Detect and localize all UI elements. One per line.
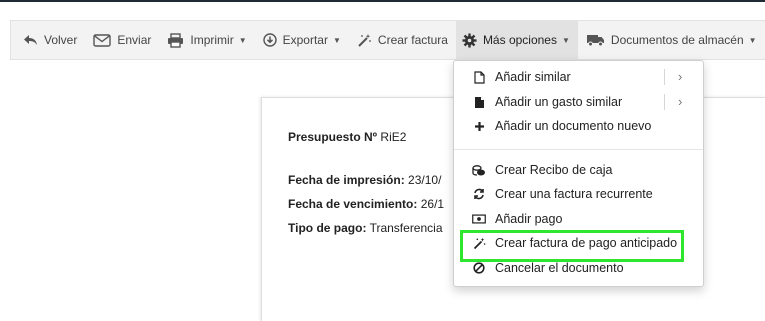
magic-wand-icon bbox=[357, 33, 372, 48]
menu-item-crear-recibo-caja[interactable]: Crear Recibo de caja bbox=[454, 159, 703, 181]
tipo-pago-label: Tipo de pago: bbox=[288, 221, 367, 235]
file-solid-icon bbox=[472, 96, 486, 109]
top-border bbox=[0, 0, 765, 2]
submenu-divider bbox=[664, 69, 665, 85]
download-circle-icon bbox=[262, 33, 277, 47]
mas-opciones-button[interactable]: Más opciones ▼ bbox=[455, 20, 578, 60]
sync-icon bbox=[472, 188, 486, 200]
menu-item-anadir-gasto-similar[interactable]: Añadir un gasto similar › bbox=[454, 91, 703, 113]
menu-item-label: Añadir pago bbox=[495, 212, 563, 226]
menu-item-crear-factura-recurrente[interactable]: Crear una factura recurrente bbox=[454, 183, 703, 205]
toolbar: Volver Enviar Imprimir ▼ Exportar ▼ Crea… bbox=[10, 20, 765, 60]
menu-item-crear-factura-pago-anticipado[interactable]: Crear factura de pago anticipado bbox=[454, 232, 703, 254]
menu-item-label: Crear factura de pago anticipado bbox=[495, 236, 678, 250]
caret-down-icon: ▼ bbox=[238, 35, 247, 45]
presupuesto-value: RiE2 bbox=[380, 130, 407, 144]
mas-opciones-dropdown: Añadir similar › Añadir un gasto similar… bbox=[453, 60, 704, 287]
fecha-vencimiento-value: 26/1 bbox=[420, 197, 445, 211]
documentos-almacen-label: Documentos de almacén bbox=[610, 33, 744, 47]
gear-icon bbox=[462, 33, 477, 48]
fecha-impresion-line: Fecha de impresión: 23/10/ bbox=[288, 173, 441, 187]
crear-factura-label: Crear factura bbox=[377, 33, 448, 47]
fecha-impresion-label: Fecha de impresión: bbox=[288, 173, 405, 187]
presupuesto-label: Presupuesto Nº bbox=[288, 130, 378, 144]
documentos-almacen-button[interactable]: Documentos de almacén ▼ bbox=[578, 21, 765, 59]
menu-divider bbox=[454, 149, 703, 150]
menu-item-label: Añadir un documento nuevo bbox=[495, 119, 652, 133]
menu-item-label: Añadir un gasto similar bbox=[495, 95, 623, 109]
caret-down-icon: ▼ bbox=[332, 35, 341, 45]
coins-icon bbox=[472, 164, 486, 177]
truck-icon bbox=[586, 33, 605, 47]
menu-item-anadir-documento-nuevo[interactable]: Añadir un documento nuevo bbox=[454, 115, 703, 137]
crear-factura-button[interactable]: Crear factura bbox=[349, 21, 456, 59]
menu-item-anadir-pago[interactable]: Añadir pago bbox=[454, 208, 703, 230]
volver-button[interactable]: Volver bbox=[15, 21, 85, 59]
plus-icon bbox=[472, 121, 486, 132]
file-outline-icon bbox=[472, 70, 486, 84]
mas-opciones-label: Más opciones bbox=[482, 33, 557, 47]
tipo-pago-value: Transferencia bbox=[369, 221, 443, 235]
enviar-label: Enviar bbox=[117, 33, 152, 47]
menu-item-label: Añadir similar bbox=[495, 70, 571, 84]
reply-icon bbox=[23, 34, 38, 46]
fecha-impresion-value: 23/10/ bbox=[408, 173, 442, 187]
caret-down-icon: ▼ bbox=[561, 35, 570, 45]
fecha-vencimiento-line: Fecha de vencimiento: 26/1 bbox=[288, 197, 444, 211]
menu-item-label: Crear Recibo de caja bbox=[495, 163, 613, 177]
tipo-pago-line: Tipo de pago: Transferencia bbox=[288, 221, 443, 235]
printer-icon bbox=[167, 32, 184, 48]
menu-item-cancelar-documento[interactable]: Cancelar el documento bbox=[454, 257, 703, 279]
submenu-divider bbox=[664, 94, 665, 110]
chevron-right-icon[interactable]: › bbox=[678, 69, 682, 84]
chevron-right-icon[interactable]: › bbox=[678, 94, 682, 109]
fecha-vencimiento-label: Fecha de vencimiento: bbox=[288, 197, 418, 211]
presupuesto-line: Presupuesto Nº RiE2 bbox=[288, 130, 406, 144]
exportar-label: Exportar bbox=[282, 33, 328, 47]
menu-item-label: Cancelar el documento bbox=[495, 261, 624, 275]
exportar-button[interactable]: Exportar ▼ bbox=[255, 21, 349, 59]
caret-down-icon: ▼ bbox=[748, 35, 757, 45]
imprimir-button[interactable]: Imprimir ▼ bbox=[159, 21, 254, 59]
magic-wand-icon bbox=[472, 237, 486, 250]
imprimir-label: Imprimir bbox=[190, 33, 234, 47]
envelope-icon bbox=[93, 33, 112, 47]
ban-icon bbox=[472, 262, 486, 274]
money-bill-icon bbox=[472, 214, 486, 224]
menu-item-anadir-similar[interactable]: Añadir similar › bbox=[454, 66, 703, 88]
volver-label: Volver bbox=[44, 33, 78, 47]
enviar-button[interactable]: Enviar bbox=[85, 21, 159, 59]
menu-item-label: Crear una factura recurrente bbox=[495, 187, 653, 201]
